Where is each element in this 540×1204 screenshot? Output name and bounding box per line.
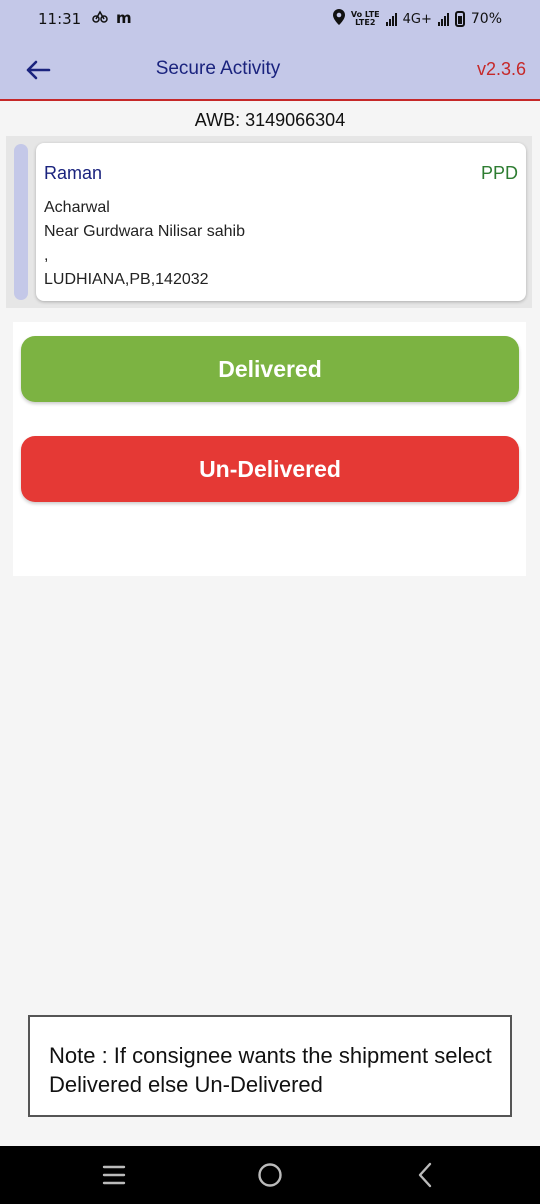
signal-1-icon xyxy=(385,12,397,26)
awb-number: AWB: 3149066304 xyxy=(194,110,346,130)
battery-icon xyxy=(454,11,465,27)
volte-icon: Vo LTE LTE2 xyxy=(350,10,380,27)
status-time: 11:31 xyxy=(38,10,82,28)
home-icon xyxy=(258,1163,282,1187)
battery-level: 70% xyxy=(470,11,502,27)
network-type: 4G+ xyxy=(402,11,432,27)
status-bar: 11:31 m Vo LTE LTE2 4G+ 70% xyxy=(0,0,540,38)
undelivered-button[interactable]: Un-Delivered xyxy=(21,436,519,502)
app-bar: Secure Activity v2.3.6 xyxy=(0,38,540,101)
recents-icon xyxy=(102,1165,126,1185)
card-accent-bar xyxy=(14,144,28,300)
ride-notification-icon xyxy=(92,9,108,27)
system-nav-bar xyxy=(0,1146,540,1204)
location-icon xyxy=(332,9,345,29)
nav-back-button[interactable] xyxy=(405,1158,445,1192)
page-title: Secure Activity xyxy=(155,58,281,79)
status-right: Vo LTE LTE2 4G+ 70% xyxy=(332,9,502,29)
action-panel: Delivered Un-Delivered xyxy=(13,322,526,576)
signal-2-icon xyxy=(437,12,449,26)
payment-type-badge: PPD xyxy=(480,163,518,183)
address-line-4: LUDHIANA,PB,142032 xyxy=(44,271,209,288)
recents-button[interactable] xyxy=(94,1158,134,1192)
note-box: Note : If consignee wants the shipment s… xyxy=(28,1015,512,1117)
app-version: v2.3.6 xyxy=(476,59,526,79)
address-line-1: Acharwal xyxy=(44,199,110,216)
address-line-3: , xyxy=(44,247,49,264)
consignee-name: Raman xyxy=(44,163,103,183)
shipment-card: Raman PPD Acharwal Near Gurdwara Nilisar… xyxy=(36,143,526,301)
address-line-2: Near Gurdwara Nilisar sahib xyxy=(44,223,245,240)
note-text: Note : If consignee wants the shipment s… xyxy=(49,1043,492,1097)
shipment-card-container: Raman PPD Acharwal Near Gurdwara Nilisar… xyxy=(6,136,532,308)
notification-icons: m xyxy=(92,9,132,27)
delivered-button[interactable]: Delivered xyxy=(21,336,519,402)
home-button[interactable] xyxy=(250,1158,290,1192)
back-icon xyxy=(418,1162,432,1188)
m-app-notification-icon: m xyxy=(116,9,132,27)
